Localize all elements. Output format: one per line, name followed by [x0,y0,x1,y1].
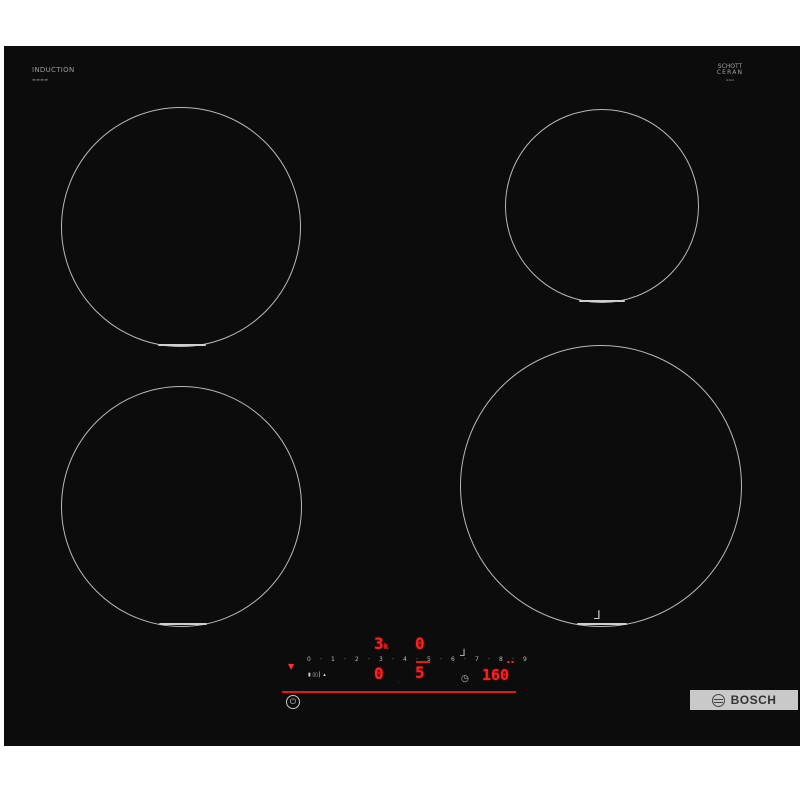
power-level-5[interactable]: 5 [427,656,431,663]
wifi-icon[interactable]: ▼ [288,662,294,671]
cooking-zone-rear-right-small[interactable] [505,109,699,303]
zone-marker-left-bottom [159,623,207,625]
scale-separator: · [415,655,418,663]
zone-display-bottom-right: 5 [415,663,425,682]
fry-sensor-icon: ⅃ [594,608,601,622]
power-level-1[interactable]: 1 [331,656,335,663]
scale-separator: · [391,655,394,663]
bosch-logo-text: BOSCH [730,693,777,707]
scale-separator: · [319,655,322,663]
cooking-zone-front-left-bottom[interactable] [61,386,302,627]
timer-display: 160 [482,666,510,684]
schott-ceran-label: SCHOTT CERAN ▬▬▬ [716,63,744,83]
cooking-zone-front-right-large[interactable] [460,345,742,627]
timer-icon[interactable]: ◷ [461,674,469,684]
power-level-6[interactable]: 6 [451,656,455,663]
zone-marker-right-bottom [577,623,627,625]
power-level-9[interactable]: 9 [523,656,527,663]
zone-display-bottom-left: 0 [374,664,384,683]
power-level-8[interactable]: 8 [499,656,503,663]
zone-marker-right-top [579,300,625,302]
power-level-slider[interactable]: 0 · 1 · 2 · 3 · 4 · 5 · 6 · 7 · 8 · 9 [307,654,527,664]
scale-separator: · [487,655,490,663]
scale-separator: · [367,655,370,663]
scale-separator: · [439,655,442,663]
power-level-7[interactable]: 7 [475,656,479,663]
induction-hob: INDUCTION ▬▬▬▬ SCHOTT CERAN ▬▬▬ ⅃ 3k 0 0… [4,46,800,746]
zone-marker-left-top [158,344,206,346]
home-connect-icon: ▮ ▯▯ ▏▴ [308,672,326,678]
scale-separator: · [463,655,466,663]
power-level-3[interactable]: 3 [379,656,383,663]
bosch-logo-icon [711,693,725,707]
induction-label: INDUCTION ▬▬▬▬ [32,66,75,82]
zone-display-top-right: 0 [415,634,425,653]
bosch-logo-bar: BOSCH [690,690,798,710]
scale-separator: · [343,655,346,663]
cooking-zone-front-left-top[interactable] [61,107,301,347]
scale-separator: · [511,655,514,663]
power-level-4[interactable]: 4 [403,656,407,663]
power-level-0[interactable]: 0 [307,656,311,663]
display-dot: ◦ [398,680,401,686]
control-red-line [282,691,516,693]
power-icon[interactable]: ⏻ [286,695,300,709]
zone-display-top-left: 3k [374,634,389,653]
power-level-2[interactable]: 2 [355,656,359,663]
